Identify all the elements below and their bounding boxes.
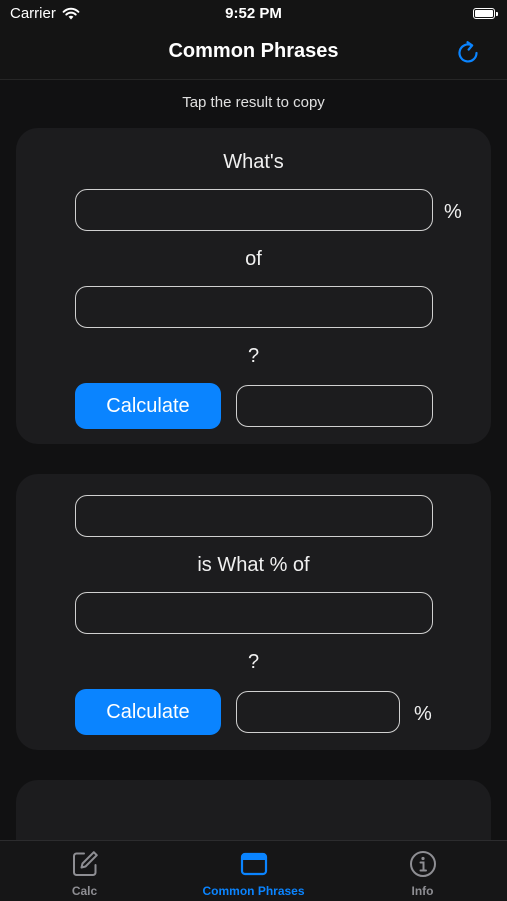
info-circle-icon — [410, 851, 436, 877]
next-phrase-card — [16, 780, 491, 840]
of-label: of — [245, 248, 262, 270]
status-bar: Carrier 9:52 PM — [0, 0, 507, 28]
tab-calc[interactable]: Calc — [0, 841, 169, 901]
percent-of-card: What's % of ? Calculate — [16, 128, 491, 444]
part-value-input[interactable] — [75, 495, 433, 537]
is-what-percent-card: is What % of ? Calculate % — [16, 474, 491, 750]
percent-input[interactable] — [75, 189, 433, 231]
refresh-icon[interactable] — [453, 38, 483, 68]
whats-label: What's — [223, 151, 284, 173]
is-what-percent-of-label: is What % of — [197, 554, 310, 576]
question-mark-label: ? — [247, 651, 260, 673]
whole-value-input[interactable] — [75, 592, 433, 634]
page-title: Common Phrases — [168, 40, 339, 62]
base-value-input[interactable] — [75, 286, 433, 328]
window-icon — [240, 852, 268, 876]
tab-info[interactable]: Info — [338, 841, 507, 901]
navigation-bar: Common Phrases — [0, 28, 507, 80]
tab-label: Info — [411, 884, 434, 898]
calculate-button[interactable]: Calculate — [75, 689, 221, 735]
phrases-scroll-area[interactable]: Tap the result to copy What's % of ? Cal… — [0, 80, 507, 840]
percent-suffix: % — [414, 703, 432, 725]
copy-hint: Tap the result to copy — [182, 94, 325, 111]
result-field[interactable] — [236, 691, 400, 733]
calculate-button[interactable]: Calculate — [75, 383, 221, 429]
pencil-square-icon — [73, 851, 98, 876]
battery-icon — [473, 8, 498, 19]
percent-suffix: % — [444, 201, 462, 223]
tab-label: Calc — [71, 884, 98, 898]
question-mark-label: ? — [247, 345, 260, 367]
status-time: 9:52 PM — [225, 5, 282, 22]
result-field[interactable] — [236, 385, 433, 427]
